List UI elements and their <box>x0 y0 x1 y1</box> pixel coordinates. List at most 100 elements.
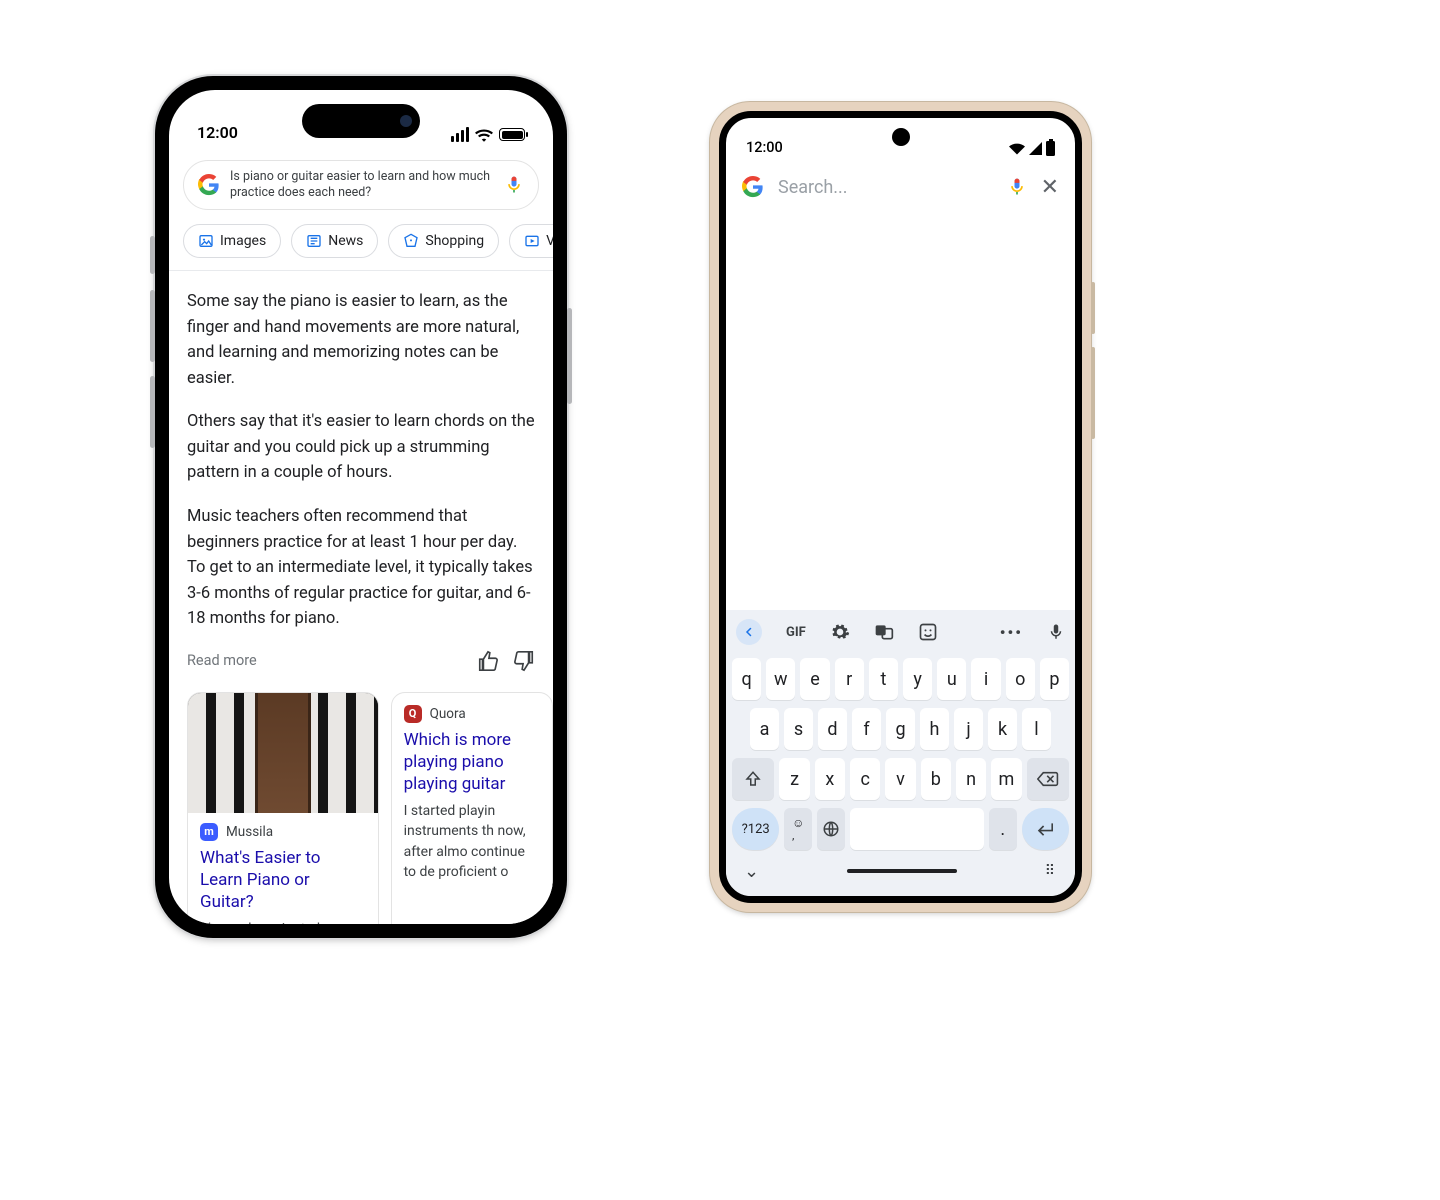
ios-clock: 12:00 <box>197 123 238 142</box>
gif-button[interactable]: GIF <box>786 625 806 640</box>
google-logo-icon <box>742 174 764 200</box>
kb-row-1: q w e r t y u i o p <box>726 654 1075 704</box>
result-card-mussila[interactable]: mMussila What's Easier to Learn Piano or… <box>187 692 379 924</box>
key-s[interactable]: s <box>784 708 813 750</box>
key-l[interactable]: l <box>1022 708 1051 750</box>
close-icon[interactable]: ✕ <box>1041 175 1059 200</box>
key-i[interactable]: i <box>971 658 1000 700</box>
shift-key[interactable] <box>732 758 774 800</box>
key-b[interactable]: b <box>921 758 951 800</box>
chip-images[interactable]: Images <box>183 224 281 258</box>
favicon-quora: Q <box>404 705 422 723</box>
favicon-mussila: m <box>200 823 218 841</box>
search-bar[interactable]: Search... ✕ <box>742 174 1059 200</box>
kb-row-2: a s d f g h j k l <box>726 704 1075 754</box>
search-query-text: Is piano or guitar easier to learn and h… <box>230 169 494 200</box>
shift-icon <box>744 770 762 788</box>
key-j[interactable]: j <box>954 708 983 750</box>
read-more-link[interactable]: Read more <box>187 652 257 669</box>
mic-icon[interactable] <box>1007 177 1027 197</box>
mic-icon[interactable] <box>1047 623 1065 641</box>
front-camera <box>892 128 910 146</box>
card-thumbnail <box>188 693 378 813</box>
mic-icon[interactable] <box>504 175 524 195</box>
key-y[interactable]: y <box>903 658 932 700</box>
enter-key[interactable] <box>1022 808 1069 850</box>
home-handle[interactable] <box>847 869 957 873</box>
shopping-icon <box>403 233 419 249</box>
card-title[interactable]: What's Easier to Learn Piano or Guitar? <box>188 843 378 919</box>
card-snippet: I started playin instruments th now, aft… <box>392 801 552 892</box>
iphone-power-button <box>567 308 572 404</box>
android-screen: 12:00 Search... ✕ <box>719 111 1082 903</box>
key-k[interactable]: k <box>988 708 1017 750</box>
android-frame: 12:00 Search... ✕ <box>710 102 1091 912</box>
thumbs-down-icon[interactable] <box>513 650 535 672</box>
key-w[interactable]: w <box>766 658 795 700</box>
card-title[interactable]: Which is more playing piano playing guit… <box>392 725 552 801</box>
search-bar[interactable]: Is piano or guitar easier to learn and h… <box>183 160 539 210</box>
answer-p3: Music teachers often recommend that begi… <box>187 504 535 632</box>
emoji-key[interactable]: ☺, <box>784 808 812 850</box>
enter-icon <box>1035 821 1055 837</box>
answer-p1: Some say the piano is easier to learn, a… <box>187 289 535 391</box>
gear-icon[interactable] <box>830 622 850 642</box>
key-c[interactable]: c <box>850 758 880 800</box>
key-n[interactable]: n <box>956 758 986 800</box>
battery-icon <box>499 128 525 141</box>
iphone-volume-up <box>150 290 155 362</box>
key-a[interactable]: a <box>750 708 779 750</box>
key-e[interactable]: e <box>800 658 829 700</box>
period-key[interactable]: . <box>989 808 1017 850</box>
google-logo-icon <box>198 174 220 196</box>
key-t[interactable]: t <box>869 658 898 700</box>
more-icon[interactable]: ••• <box>1000 623 1023 642</box>
language-key[interactable] <box>817 808 845 850</box>
result-cards: mMussila What's Easier to Learn Piano or… <box>169 680 553 924</box>
space-key[interactable] <box>850 808 984 850</box>
chip-videos[interactable]: Vide <box>509 224 553 258</box>
android-power-button <box>1091 282 1095 334</box>
key-v[interactable]: v <box>885 758 915 800</box>
iphone-screen: 12:00 Is piano or guitar easier to learn… <box>169 90 553 924</box>
key-h[interactable]: h <box>920 708 949 750</box>
key-m[interactable]: m <box>991 758 1021 800</box>
chip-shopping[interactable]: Shopping <box>388 224 499 258</box>
key-x[interactable]: x <box>815 758 845 800</box>
cell-signal-icon <box>451 127 469 142</box>
news-icon <box>306 233 322 249</box>
android-volume-button <box>1091 347 1095 439</box>
kb-row-3: z x c v b n m <box>726 754 1075 804</box>
translate-icon[interactable] <box>874 622 894 642</box>
key-r[interactable]: r <box>835 658 864 700</box>
key-p[interactable]: p <box>1040 658 1069 700</box>
key-f[interactable]: f <box>852 708 881 750</box>
key-o[interactable]: o <box>1006 658 1035 700</box>
kb-toolbar: GIF ••• <box>726 610 1075 654</box>
android-clock: 12:00 <box>746 139 783 156</box>
globe-icon <box>822 820 840 838</box>
key-u[interactable]: u <box>937 658 966 700</box>
images-icon <box>198 233 214 249</box>
keyboard-grid-icon[interactable]: ⠿ <box>1045 863 1057 879</box>
wifi-icon <box>1009 142 1025 155</box>
gboard: GIF ••• q w e r t y <box>726 610 1075 896</box>
key-z[interactable]: z <box>779 758 809 800</box>
key-g[interactable]: g <box>886 708 915 750</box>
result-card-quora[interactable]: QQuora Which is more playing piano playi… <box>391 692 553 924</box>
android-nav-bar: ⌄ ⠿ <box>726 854 1075 888</box>
chevron-left-icon[interactable] <box>736 619 762 645</box>
search-placeholder: Search... <box>778 177 993 198</box>
sticker-icon[interactable] <box>918 622 938 642</box>
chip-news[interactable]: News <box>291 224 378 258</box>
backspace-key[interactable] <box>1027 758 1069 800</box>
battery-icon <box>1046 141 1055 156</box>
thumbs-up-icon[interactable] <box>477 650 499 672</box>
symbols-key[interactable]: ?123 <box>732 808 779 850</box>
dynamic-island <box>302 104 420 138</box>
card-snippet: It's much easier to learn a song for the… <box>188 919 378 924</box>
key-d[interactable]: d <box>818 708 847 750</box>
keyboard-collapse-icon[interactable]: ⌄ <box>744 861 759 882</box>
key-q[interactable]: q <box>732 658 761 700</box>
iphone-volume-down <box>150 376 155 448</box>
